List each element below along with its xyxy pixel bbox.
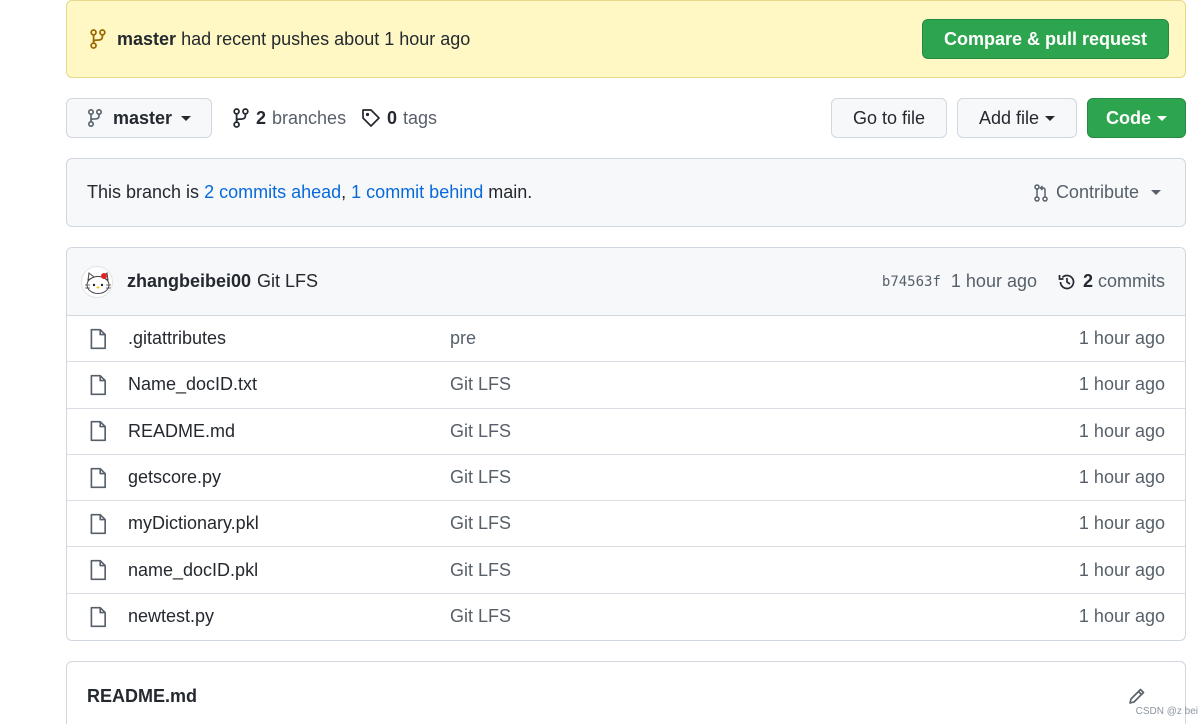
code-button[interactable]: Code [1087, 98, 1186, 138]
comparison-prefix: This branch is [87, 182, 200, 202]
go-to-file-button[interactable]: Go to file [831, 98, 947, 138]
file-icon [90, 328, 106, 349]
branches-count: 2 [256, 107, 267, 128]
table-row[interactable]: myDictionary.pkl Git LFS 1 hour ago [67, 501, 1185, 548]
file-list: zhangbeibei00 Git LFS b74563f 1 hour ago… [66, 247, 1186, 641]
commit-meta: b74563f 1 hour ago 2 commits [882, 271, 1165, 292]
file-commit-message[interactable]: Git LFS [450, 467, 511, 488]
file-name-link[interactable]: .gitattributes [128, 328, 450, 349]
git-pull-request-icon [1034, 183, 1048, 202]
comparison-separator: , [341, 182, 347, 202]
file-commit-message[interactable]: pre [450, 328, 476, 349]
commits-ahead-link[interactable]: 2 commits ahead [204, 182, 341, 202]
commits-label: commits [1098, 271, 1165, 291]
chevron-down-icon [1151, 190, 1161, 195]
file-commit-message[interactable]: Git LFS [450, 560, 511, 581]
comparison-suffix: main. [488, 182, 533, 202]
table-row[interactable]: Name_docID.txt Git LFS 1 hour ago [67, 362, 1185, 409]
contribute-dropdown[interactable]: Contribute [1032, 182, 1161, 203]
chevron-down-icon [1045, 115, 1056, 121]
file-age: 1 hour ago [1078, 374, 1165, 395]
code-label: Code [1106, 107, 1151, 128]
git-branch-icon [90, 29, 106, 49]
watermark: CSDN @z bei [1135, 706, 1198, 717]
table-row[interactable]: README.md Git LFS 1 hour ago [67, 409, 1185, 455]
branches-link[interactable]: 2 branches [232, 105, 346, 131]
add-file-button[interactable]: Add file [957, 98, 1077, 138]
hello-kitty-avatar-icon [85, 271, 111, 294]
tags-label: tags [403, 107, 438, 128]
avatar[interactable] [81, 265, 113, 298]
readme-title: README.md [87, 686, 198, 706]
file-commit-message[interactable]: Git LFS [450, 374, 511, 395]
branch-select-label: master [113, 107, 173, 128]
file-name-link[interactable]: myDictionary.pkl [128, 513, 450, 534]
tags-link[interactable]: 0 tags [361, 105, 437, 131]
latest-commit-bar: zhangbeibei00 Git LFS b74563f 1 hour ago… [67, 248, 1185, 316]
repo-page: master had recent pushes about 1 hour ag… [0, 0, 1202, 724]
file-icon [90, 421, 106, 442]
table-row[interactable]: name_docID.pkl Git LFS 1 hour ago [67, 547, 1185, 594]
file-commit-message[interactable]: Git LFS [450, 421, 511, 442]
file-icon [90, 467, 106, 488]
tag-icon [362, 109, 380, 127]
file-age: 1 hour ago [1078, 513, 1165, 534]
branch-comparison: This branch is 2 commits ahead, 1 commit… [66, 158, 1186, 227]
file-icon [90, 374, 106, 396]
file-icon [90, 559, 106, 581]
commits-count: 2 [1082, 271, 1093, 291]
file-age: 1 hour ago [1078, 467, 1165, 488]
commit-message[interactable]: Git LFS [257, 271, 318, 292]
file-age: 1 hour ago [1078, 328, 1165, 349]
file-age: 1 hour ago [1078, 420, 1165, 441]
table-row[interactable]: newtest.py Git LFS 1 hour ago [67, 594, 1185, 640]
readme-panel: README.md [66, 661, 1186, 724]
push-message-text: had recent pushes about 1 hour ago [181, 28, 471, 49]
file-commit-message[interactable]: Git LFS [450, 606, 511, 627]
history-icon [1058, 274, 1075, 289]
push-branch-name[interactable]: master [117, 29, 176, 49]
file-commit-message[interactable]: Git LFS [450, 513, 511, 534]
comparison-text: This branch is 2 commits ahead, 1 commit… [87, 182, 532, 203]
push-message: master had recent pushes about 1 hour ag… [117, 29, 470, 50]
file-name-link[interactable]: README.md [128, 421, 450, 442]
commit-time: 1 hour ago [950, 271, 1037, 291]
file-name-link[interactable]: name_docID.pkl [128, 560, 450, 581]
file-name-link[interactable]: Name_docID.txt [128, 374, 450, 395]
branch-select-button[interactable]: master [66, 98, 212, 138]
branches-label: branches [272, 107, 347, 128]
git-branch-icon [87, 108, 103, 128]
compare-pull-request-button[interactable]: Compare & pull request [921, 19, 1169, 59]
commit-author[interactable]: zhangbeibei00 [127, 271, 251, 292]
file-name-link[interactable]: newtest.py [128, 606, 450, 627]
commits-history-link[interactable]: 2 commits [1057, 271, 1165, 292]
commits-behind-link[interactable]: 1 commit behind [351, 182, 483, 202]
file-icon [90, 513, 106, 535]
recent-push-banner: master had recent pushes about 1 hour ag… [66, 0, 1186, 78]
chevron-down-icon [1157, 115, 1167, 121]
add-file-label: Add file [978, 107, 1040, 128]
tags-count: 0 [387, 107, 398, 128]
file-age: 1 hour ago [1078, 559, 1165, 580]
table-row[interactable]: getscore.py Git LFS 1 hour ago [67, 455, 1185, 502]
file-icon [90, 606, 106, 628]
table-row[interactable]: .gitattributes pre 1 hour ago [67, 316, 1185, 363]
file-name-link[interactable]: getscore.py [128, 467, 450, 488]
contribute-label: Contribute [1055, 182, 1139, 202]
git-branch-icon [233, 108, 249, 128]
commit-sha[interactable]: b74563f [882, 274, 941, 290]
file-age: 1 hour ago [1078, 606, 1165, 627]
pencil-icon[interactable] [1127, 686, 1147, 706]
chevron-down-icon [181, 115, 192, 121]
